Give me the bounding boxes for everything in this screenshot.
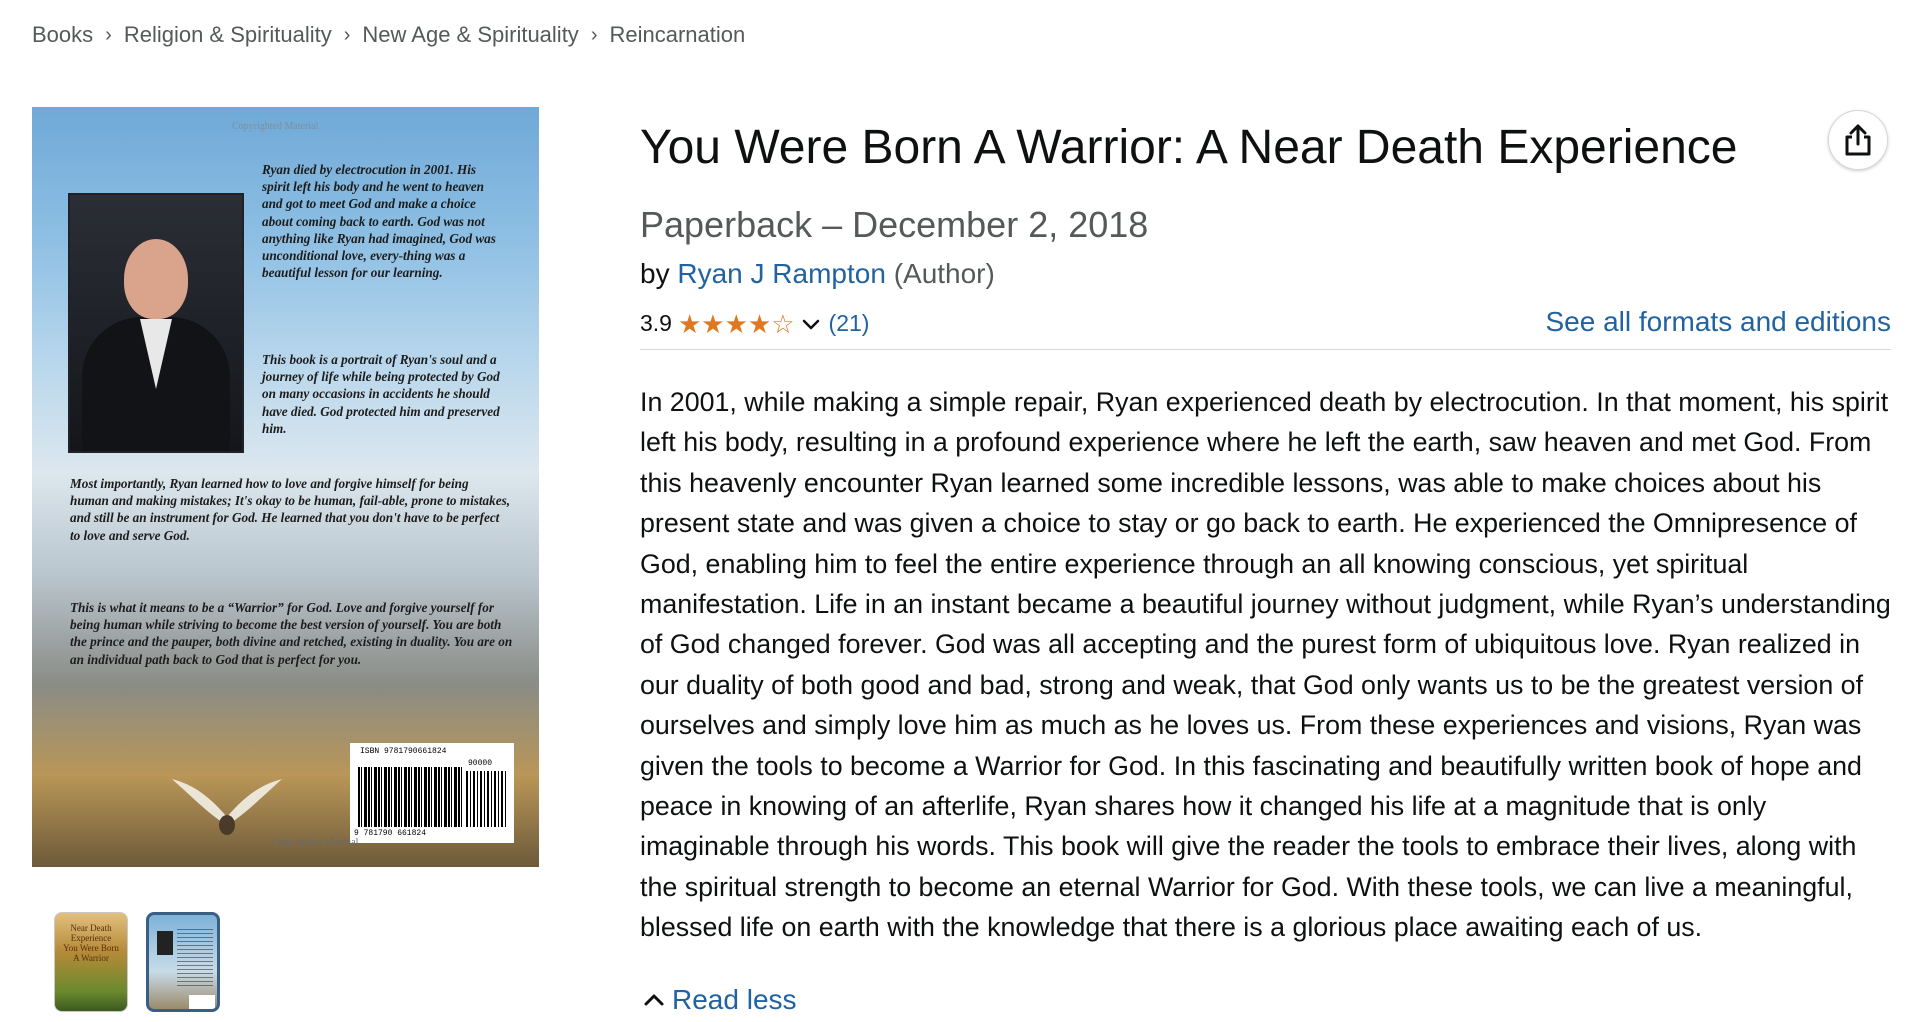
book-cover-image[interactable]: Copyrighted Material Ryan died by electr… bbox=[32, 107, 539, 867]
cover-paragraph: This book is a portrait of Ryan's soul a… bbox=[262, 352, 500, 436]
rating-value: 3.9 bbox=[640, 310, 672, 336]
isbn-text: ISBN 9781790661824 bbox=[360, 747, 447, 756]
thumbnail-barcode bbox=[189, 995, 215, 1009]
divider bbox=[640, 349, 1891, 350]
share-button[interactable] bbox=[1828, 110, 1888, 170]
price-code: 90000 bbox=[468, 759, 493, 768]
author-link[interactable]: Ryan J Rampton bbox=[677, 258, 886, 289]
format-and-date: Paperback – December 2, 2018 bbox=[640, 204, 1149, 245]
chevron-down-icon[interactable] bbox=[799, 312, 823, 336]
book-description: In 2001, while making a simple repair, R… bbox=[640, 387, 1891, 943]
cover-paragraph: This is what it means to be a “Warrior” … bbox=[70, 600, 513, 667]
cover-watermark: Copyrighted Material bbox=[232, 121, 319, 132]
read-less-label[interactable]: Read less bbox=[672, 984, 797, 1016]
thumbnail-front-cover[interactable]: Near Death Experience You Were Born A Wa… bbox=[54, 912, 128, 1012]
byline: by Ryan J Rampton (Author) bbox=[640, 258, 995, 290]
breadcrumb: Books › Religion & Spirituality › New Ag… bbox=[32, 22, 745, 48]
thumbnail-back-cover[interactable] bbox=[146, 912, 220, 1012]
product-title: You Were Born A Warrior: A Near Death Ex… bbox=[640, 121, 1738, 174]
star-full-icon: ★ bbox=[724, 308, 748, 339]
breadcrumb-item-books[interactable]: Books bbox=[32, 22, 93, 48]
by-label: by bbox=[640, 258, 670, 289]
see-all-formats-link[interactable]: See all formats and editions bbox=[1545, 306, 1891, 338]
read-less-link[interactable]: Read less bbox=[640, 984, 797, 1016]
breadcrumb-separator: › bbox=[105, 23, 112, 46]
barcode-addon-bars bbox=[466, 771, 506, 827]
star-empty-icon: ☆ bbox=[771, 308, 795, 339]
breadcrumb-item-reincarnation[interactable]: Reincarnation bbox=[609, 22, 745, 48]
author-photo-face bbox=[124, 239, 188, 319]
barcode-digits: 9 781790 661824 bbox=[354, 829, 427, 838]
cover-paragraph: Most importantly, Ryan learned how to lo… bbox=[70, 476, 510, 543]
barcode-bars bbox=[358, 767, 462, 827]
chevron-up-icon bbox=[644, 994, 664, 1006]
star-full-icon: ★ bbox=[677, 308, 702, 339]
star-rating[interactable]: ★ ★ ★ ★ ☆ bbox=[678, 311, 795, 337]
rating-row: 3.9 ★ ★ ★ ★ ☆ (21) bbox=[640, 310, 869, 337]
angel-figure-icon bbox=[172, 779, 282, 835]
star-full-icon: ★ bbox=[747, 308, 772, 339]
cover-paragraph: Ryan died by electrocution in 2001. His … bbox=[262, 162, 496, 281]
thumbnail-title: Near Death Experience You Were Born A Wa… bbox=[63, 923, 119, 963]
thumbnail-photo bbox=[157, 931, 173, 955]
share-icon bbox=[1845, 124, 1871, 156]
star-full-icon: ★ bbox=[701, 308, 725, 339]
thumbnail-text-lines bbox=[177, 929, 213, 989]
breadcrumb-item-religion-spirituality[interactable]: Religion & Spirituality bbox=[124, 22, 332, 48]
rating-count-link[interactable]: (21) bbox=[829, 310, 870, 337]
author-photo bbox=[68, 193, 244, 453]
breadcrumb-separator: › bbox=[343, 23, 351, 46]
breadcrumb-item-new-age-spirituality[interactable]: New Age & Spirituality bbox=[362, 22, 578, 48]
cover-watermark: Copyrighted Material bbox=[272, 837, 359, 848]
isbn-barcode: ISBN 9781790661824 90000 9 781790 661824 bbox=[350, 743, 514, 843]
author-role: (Author) bbox=[893, 258, 995, 289]
breadcrumb-separator: › bbox=[590, 23, 598, 46]
